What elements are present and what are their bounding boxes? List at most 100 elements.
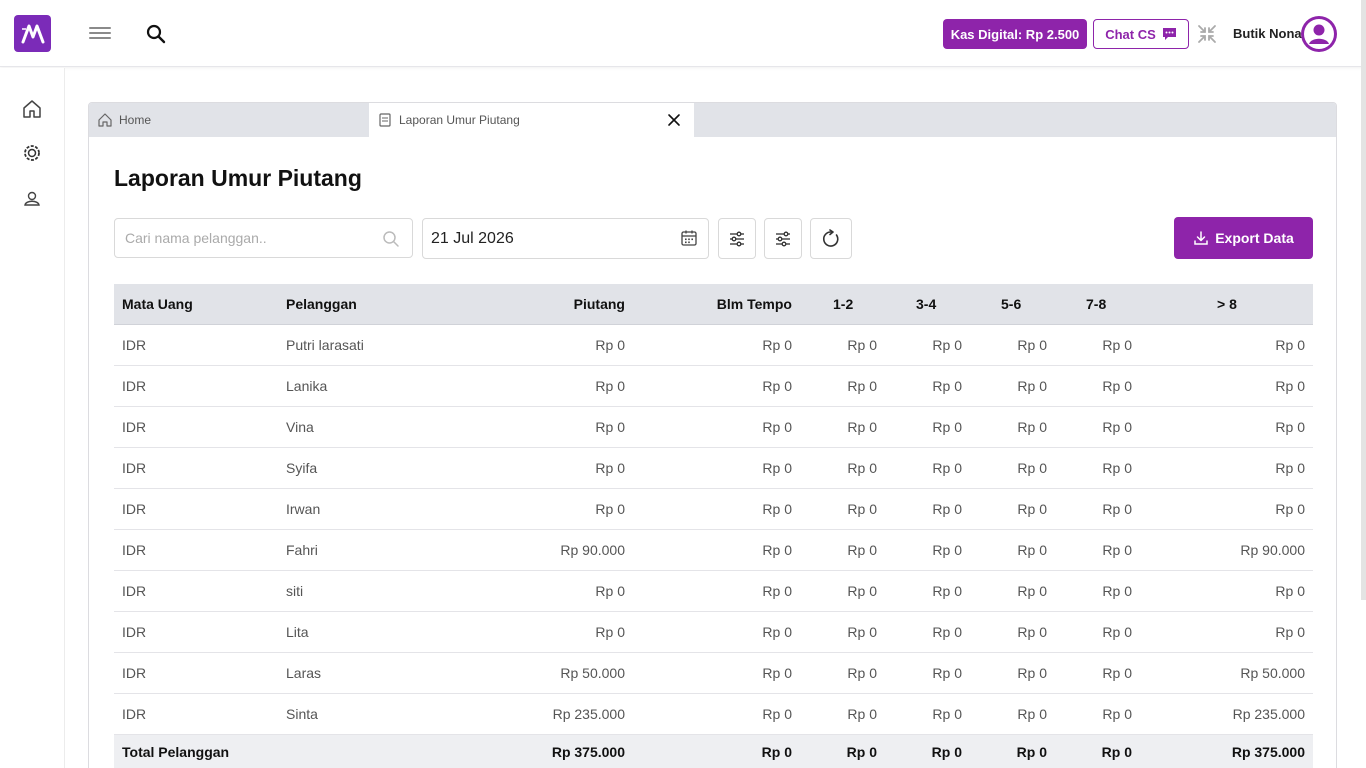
table-cell: Rp 0	[885, 488, 970, 530]
content-panel: Home Laporan Umur Piutang Laporan Umur P…	[88, 102, 1337, 768]
table-cell: Rp 0	[633, 611, 800, 653]
total-cell: Rp 0	[885, 734, 970, 768]
table-cell: Rp 0	[800, 406, 885, 448]
download-icon	[1194, 231, 1208, 245]
table-row[interactable]: IDR siti Rp 0 Rp 0 Rp 0 Rp 0 Rp 0 Rp 0 Rp 0	[114, 570, 1313, 612]
table-cell: Rp 0	[885, 406, 970, 448]
report-document-icon	[379, 113, 391, 127]
column-header[interactable]: 3-4	[885, 284, 970, 325]
table-cell: Rp 50.000	[1140, 652, 1313, 694]
export-data-button[interactable]: Export Data	[1174, 217, 1313, 259]
home-icon	[98, 113, 112, 127]
table-cell: Rp 0	[633, 529, 800, 571]
table-cell: IDR	[114, 611, 278, 653]
chat-bubble-icon	[1162, 28, 1176, 40]
table-cell: Rp 0	[885, 611, 970, 653]
table-cell: Rp 0	[885, 570, 970, 612]
avatar[interactable]	[1301, 16, 1337, 52]
close-icon[interactable]	[666, 112, 682, 128]
table-cell: Rp 0	[800, 365, 885, 407]
date-picker[interactable]: 21 Jul 2026	[422, 218, 709, 259]
table-cell: Rp 0	[633, 488, 800, 530]
total-cell: Rp 0	[1055, 734, 1140, 768]
table-cell: Rp 0	[1140, 611, 1313, 653]
table-cell: Rp 0	[970, 324, 1055, 366]
table-row[interactable]: IDR Syifa Rp 0 Rp 0 Rp 0 Rp 0 Rp 0 Rp 0 Rp 0	[114, 447, 1313, 489]
table-row[interactable]: IDR Laras Rp 50.000 Rp 0 Rp 0 Rp 0 Rp 0 Rp 0 Rp …	[114, 652, 1313, 694]
app-logo[interactable]	[14, 15, 51, 52]
filter-sliders-icon	[776, 231, 790, 246]
table-cell: Rp 0	[633, 406, 800, 448]
table-cell: Rp 0	[800, 611, 885, 653]
column-header[interactable]: 7-8	[1055, 284, 1140, 325]
chat-cs-button[interactable]: Chat CS	[1093, 19, 1189, 49]
collapse-fullscreen-icon[interactable]	[1197, 24, 1217, 44]
table-cell: Irwan	[278, 488, 423, 530]
table-row[interactable]: IDR Sinta Rp 235.000 Rp 0 Rp 0 Rp 0 Rp 0 Rp 0 Rp…	[114, 693, 1313, 735]
table-body: IDR Putri larasati Rp 0 Rp 0 Rp 0 Rp 0 Rp 0 Rp …	[114, 324, 1313, 768]
column-header[interactable]: 5-6	[970, 284, 1055, 325]
table-total-row: Total Pelanggan Rp 375.000 Rp 0 Rp 0 Rp 0 Rp …	[114, 734, 1313, 768]
logo-icon	[21, 24, 44, 43]
table-cell: Rp 235.000	[423, 693, 633, 735]
search-icon[interactable]	[146, 24, 166, 44]
table-cell: Rp 0	[1140, 406, 1313, 448]
tab-home[interactable]: Home	[89, 103, 369, 137]
table-row[interactable]: IDR Vina Rp 0 Rp 0 Rp 0 Rp 0 Rp 0 Rp 0 Rp 0	[114, 406, 1313, 448]
table-cell: Rp 0	[1055, 447, 1140, 489]
table-cell: Rp 0	[1055, 406, 1140, 448]
user-name[interactable]: Butik Nona	[1233, 26, 1302, 41]
table-cell: Rp 0	[800, 324, 885, 366]
column-header[interactable]: Blm Tempo	[633, 284, 800, 325]
table-cell: Rp 0	[800, 693, 885, 735]
table-cell: Rp 0	[970, 693, 1055, 735]
table-cell: Rp 90.000	[1140, 529, 1313, 571]
table-row[interactable]: IDR Putri larasati Rp 0 Rp 0 Rp 0 Rp 0 Rp 0 Rp …	[114, 324, 1313, 366]
table-cell: Rp 0	[423, 365, 633, 407]
table-cell: Rp 0	[633, 570, 800, 612]
table-row[interactable]: IDR Lita Rp 0 Rp 0 Rp 0 Rp 0 Rp 0 Rp 0 Rp 0	[114, 611, 1313, 653]
kas-digital-button[interactable]: Kas Digital: Rp 2.500	[943, 19, 1087, 49]
search-icon	[383, 231, 399, 247]
refresh-button[interactable]	[810, 218, 852, 259]
table-cell: Rp 0	[885, 693, 970, 735]
settings-cog-icon[interactable]	[21, 142, 43, 164]
table-cell: IDR	[114, 447, 278, 489]
table-cell: Rp 0	[970, 365, 1055, 407]
table-cell: Rp 0	[970, 406, 1055, 448]
column-header[interactable]: > 8	[1140, 284, 1313, 325]
table-cell: Rp 0	[1055, 693, 1140, 735]
page-scrollbar[interactable]	[1361, 0, 1366, 600]
table-cell: Rp 0	[970, 611, 1055, 653]
table-row[interactable]: IDR Irwan Rp 0 Rp 0 Rp 0 Rp 0 Rp 0 Rp 0 Rp 0	[114, 488, 1313, 530]
table-cell: Rp 0	[800, 570, 885, 612]
column-settings-button[interactable]	[764, 218, 802, 259]
contacts-icon[interactable]	[21, 188, 43, 210]
export-data-label: Export Data	[1215, 230, 1294, 246]
table-cell: Rp 0	[885, 324, 970, 366]
table-cell: Rp 0	[1055, 570, 1140, 612]
column-header[interactable]: Mata Uang	[114, 284, 278, 325]
filter-button[interactable]	[718, 218, 756, 259]
table-cell: IDR	[114, 693, 278, 735]
table-cell: Rp 0	[1140, 324, 1313, 366]
table-cell: Sinta	[278, 693, 423, 735]
table-cell: Rp 0	[1055, 324, 1140, 366]
total-cell: Rp 0	[633, 734, 800, 768]
table-row[interactable]: IDR Fahri Rp 90.000 Rp 0 Rp 0 Rp 0 Rp 0 Rp 0 Rp …	[114, 529, 1313, 571]
hamburger-menu-icon[interactable]	[89, 24, 111, 44]
total-cell	[278, 734, 423, 768]
total-cell: Rp 375.000	[423, 734, 633, 768]
column-header[interactable]: Piutang	[423, 284, 633, 325]
search-input[interactable]	[125, 220, 375, 256]
table-row[interactable]: IDR Lanika Rp 0 Rp 0 Rp 0 Rp 0 Rp 0 Rp 0 Rp 0	[114, 365, 1313, 407]
column-header[interactable]: 1-2	[800, 284, 885, 325]
table-cell: Rp 0	[633, 447, 800, 489]
column-header[interactable]: Pelanggan	[278, 284, 423, 325]
tab-active-label: Laporan Umur Piutang	[399, 113, 520, 127]
table-cell: Rp 90.000	[423, 529, 633, 571]
table-cell: Rp 0	[885, 529, 970, 571]
tab-laporan-umur-piutang[interactable]: Laporan Umur Piutang	[369, 103, 694, 137]
table-cell: Rp 0	[633, 693, 800, 735]
home-icon[interactable]	[21, 98, 43, 120]
